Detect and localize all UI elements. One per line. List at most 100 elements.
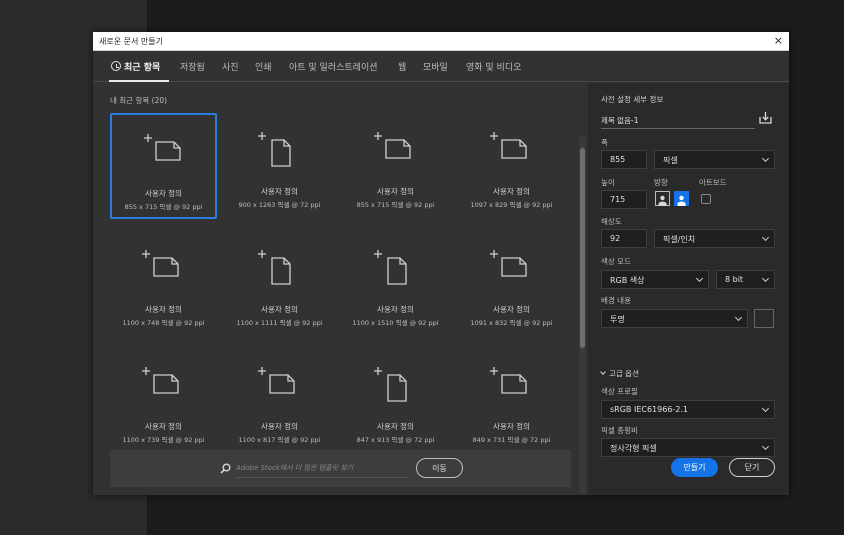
preset-card[interactable]: 사용자 정의 1097 x 829 픽셀 @ 92 ppi xyxy=(458,113,565,219)
color-mode-select[interactable]: RGB 색상 xyxy=(601,270,709,289)
tab-label: 최근 항목 xyxy=(124,63,161,73)
color-mode-label: 색상 모드 xyxy=(601,257,631,266)
background-contents-select[interactable]: 투명 xyxy=(601,309,748,328)
height-label: 높이 xyxy=(601,178,615,187)
chevron-down-icon xyxy=(761,154,770,163)
preset-card[interactable]: 사용자 정의 1100 x 1111 픽셀 @ 92 ppi xyxy=(226,231,333,337)
preset-dimensions: 855 x 715 픽셀 @ 92 ppi xyxy=(356,201,435,209)
portrait-orientation-button[interactable] xyxy=(655,191,670,206)
pixel-aspect-label: 픽셀 종횡비 xyxy=(601,426,638,435)
stock-search-input[interactable] xyxy=(236,459,408,478)
landscape-document-icon xyxy=(490,367,527,394)
preset-dimensions: 1100 x 739 픽셀 @ 92 ppi xyxy=(122,436,205,444)
dialog-title: 새로운 문서 만들기 xyxy=(99,37,163,46)
preset-name: 사용자 정의 xyxy=(261,305,298,314)
color-profile-select[interactable]: sRGB IEC61966-2.1 xyxy=(601,400,775,419)
document-name-field[interactable]: 제목 없음-1 xyxy=(601,109,755,129)
preset-name: 사용자 정의 xyxy=(493,422,530,431)
preset-dimensions: 1097 x 829 픽셀 @ 92 ppi xyxy=(470,201,553,209)
preset-dimensions: 1100 x 1510 픽셀 @ 92 ppi xyxy=(352,319,439,327)
active-tab-underline xyxy=(109,80,169,82)
preset-name: 사용자 정의 xyxy=(377,305,414,314)
landscape-document-icon xyxy=(374,132,411,159)
resolution-unit-select[interactable]: 픽셀/인치 xyxy=(654,229,775,248)
preset-card[interactable]: 사용자 정의 855 x 715 픽셀 @ 92 ppi xyxy=(342,113,449,219)
resolution-label: 해상도 xyxy=(601,217,622,226)
chevron-down-icon xyxy=(761,404,770,413)
stock-search-bar: 이동 xyxy=(110,450,571,487)
tab-saved[interactable]: 저장됨 xyxy=(180,60,205,73)
recent-items-label: 내 최근 항목 (20) xyxy=(110,96,168,105)
portrait-document-icon xyxy=(258,132,291,167)
category-tabs: 최근 항목 저장됨 사진 인쇄 아트 및 일러스트레이션 웹 모바일 영화 및 … xyxy=(93,51,789,82)
preset-dimensions: 847 x 913 픽셀 @ 72 ppi xyxy=(356,436,435,444)
preset-details-pane: 사전 설정 세부 정보 제목 없음-1 폭 855 픽셀 높이 715 방향 아… xyxy=(588,83,789,495)
presets-scrollbar[interactable] xyxy=(579,136,586,494)
background-contents-label: 배경 내용 xyxy=(601,296,631,305)
go-button[interactable]: 이동 xyxy=(416,458,463,478)
landscape-orientation-button[interactable] xyxy=(674,191,689,206)
preset-name: 사용자 정의 xyxy=(145,189,182,198)
preset-card[interactable]: 사용자 정의 1100 x 739 픽셀 @ 92 ppi xyxy=(110,348,217,454)
background-contents-value: 투명 xyxy=(610,315,625,324)
color-mode-value: RGB 색상 xyxy=(610,276,645,285)
preset-name: 사용자 정의 xyxy=(377,187,414,196)
height-input[interactable]: 715 xyxy=(601,190,647,209)
preset-card[interactable]: 사용자 정의 855 x 715 픽셀 @ 92 ppi xyxy=(110,113,217,219)
preset-name: 사용자 정의 xyxy=(261,422,298,431)
bit-depth-value: 8 bit xyxy=(725,275,744,284)
advanced-options-label: 고급 옵션 xyxy=(609,369,639,378)
advanced-options-toggle[interactable]: 고급 옵션 xyxy=(600,368,639,379)
preset-dimensions: 1100 x 748 픽셀 @ 92 ppi xyxy=(122,319,205,327)
tab-recent[interactable]: 최근 항목 xyxy=(111,60,160,73)
tab-mobile[interactable]: 모바일 xyxy=(423,60,448,73)
landscape-person-icon xyxy=(677,195,686,206)
create-button[interactable]: 만들기 xyxy=(671,458,718,477)
tab-film-video[interactable]: 영화 및 비디오 xyxy=(466,60,521,73)
portrait-person-icon xyxy=(658,195,667,206)
artboard-label: 아트보드 xyxy=(699,178,727,187)
landscape-document-icon xyxy=(490,250,527,277)
tab-photo[interactable]: 사진 xyxy=(222,60,239,73)
artboard-checkbox[interactable] xyxy=(701,194,711,204)
width-unit-value: 픽셀 xyxy=(663,156,678,165)
preset-card[interactable]: 사용자 정의 1100 x 1510 픽셀 @ 92 ppi xyxy=(342,231,449,337)
preset-name: 사용자 정의 xyxy=(493,187,530,196)
preset-card[interactable]: 사용자 정의 900 x 1263 픽셀 @ 72 ppi xyxy=(226,113,333,219)
width-input[interactable]: 855 xyxy=(601,150,647,169)
chevron-down-icon xyxy=(761,233,770,242)
scrollbar-thumb[interactable] xyxy=(580,148,585,348)
chevron-down-icon xyxy=(761,442,770,451)
background-color-swatch[interactable] xyxy=(754,309,774,328)
width-label: 폭 xyxy=(601,138,608,147)
pixel-aspect-select[interactable]: 정사각형 픽셀 xyxy=(601,438,775,457)
preset-card[interactable]: 사용자 정의 1100 x 748 픽셀 @ 92 ppi xyxy=(110,231,217,337)
resolution-unit-value: 픽셀/인치 xyxy=(663,235,696,244)
portrait-document-icon xyxy=(374,367,407,402)
preset-dimensions: 1100 x 817 픽셀 @ 92 ppi xyxy=(238,436,321,444)
tab-art-illustration[interactable]: 아트 및 일러스트레이션 xyxy=(289,60,378,73)
close-button[interactable]: 닫기 xyxy=(729,458,775,477)
resolution-input[interactable]: 92 xyxy=(601,229,647,248)
width-unit-select[interactable]: 픽셀 xyxy=(654,150,775,169)
preset-name: 사용자 정의 xyxy=(145,305,182,314)
bit-depth-select[interactable]: 8 bit xyxy=(716,270,775,289)
search-icon xyxy=(220,463,231,474)
clock-icon xyxy=(111,61,121,71)
tab-web[interactable]: 웹 xyxy=(398,60,406,73)
preset-card[interactable]: 사용자 정의 849 x 731 픽셀 @ 72 ppi xyxy=(458,348,565,454)
close-icon[interactable]: × xyxy=(774,34,783,48)
save-preset-icon[interactable] xyxy=(759,111,772,124)
landscape-document-icon xyxy=(144,134,181,161)
pixel-aspect-value: 정사각형 픽셀 xyxy=(610,444,657,453)
portrait-document-icon xyxy=(374,250,407,285)
landscape-document-icon xyxy=(258,367,295,394)
orientation-label: 방향 xyxy=(654,178,668,187)
tab-print[interactable]: 인쇄 xyxy=(255,60,272,73)
preset-card[interactable]: 사용자 정의 1091 x 832 픽셀 @ 92 ppi xyxy=(458,231,565,337)
preset-details-title: 사전 설정 세부 정보 xyxy=(601,95,664,104)
preset-card[interactable]: 사용자 정의 847 x 913 픽셀 @ 72 ppi xyxy=(342,348,449,454)
presets-pane: 내 최근 항목 (20) 사용자 정의 855 x 715 픽셀 @ 92 ppi… xyxy=(93,83,587,495)
preset-name: 사용자 정의 xyxy=(145,422,182,431)
preset-card[interactable]: 사용자 정의 1100 x 817 픽셀 @ 92 ppi xyxy=(226,348,333,454)
